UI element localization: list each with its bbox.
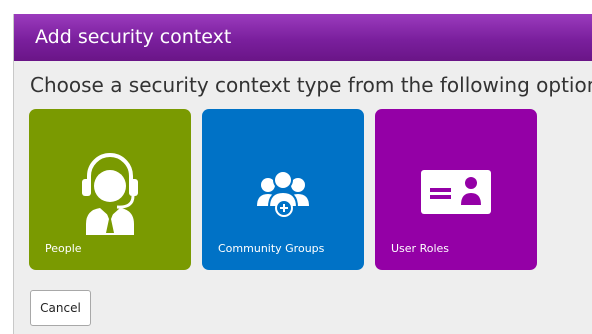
user-roles-tile-label: User Roles xyxy=(391,242,450,255)
people-tile[interactable]: People xyxy=(29,109,191,270)
instructions-text: Choose a security context type from the … xyxy=(30,73,592,97)
community-groups-tile[interactable]: Community Groups xyxy=(202,109,364,270)
people-group-add-icon xyxy=(257,170,309,217)
people-tile-label: People xyxy=(45,242,82,255)
community-groups-tile-label: Community Groups xyxy=(218,242,325,255)
dialog-title-bar: Add security context xyxy=(14,14,592,61)
add-security-context-dialog: Add security context Choose a security c… xyxy=(13,14,592,334)
user-roles-tile[interactable]: User Roles xyxy=(375,109,537,270)
id-card-icon xyxy=(421,170,491,214)
person-headset-icon xyxy=(82,153,138,235)
dialog-title: Add security context xyxy=(35,26,232,48)
cancel-button[interactable]: Cancel xyxy=(30,290,91,326)
